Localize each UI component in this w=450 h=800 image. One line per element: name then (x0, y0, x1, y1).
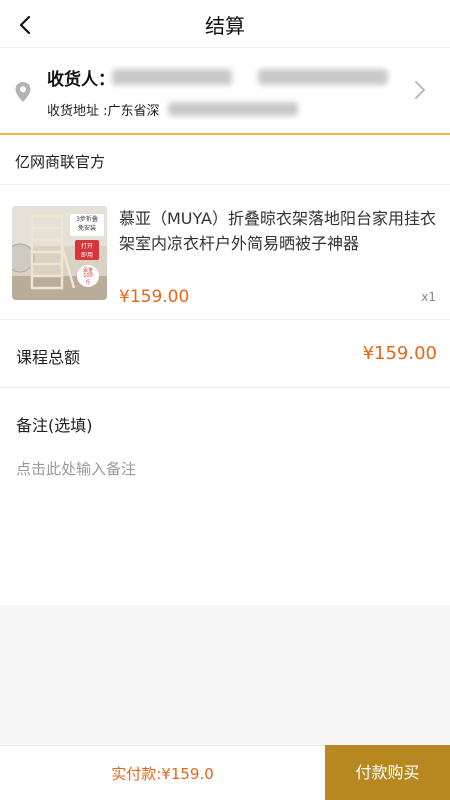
location-pin-icon (15, 82, 31, 102)
total-label: 课程总额 (16, 348, 81, 367)
thumb-badge-line-7: 斤 (85, 280, 91, 286)
receiver-label: 收货人： (47, 70, 115, 90)
address-label: 收货地址 :广东省深 (47, 104, 160, 119)
thumb-badge-line-1: 3步折叠 (76, 216, 98, 223)
address-divider-line (0, 133, 450, 135)
total-row: 课程总额 ¥159.00 (0, 319, 450, 388)
product-title: 慕亚（MUYA）折叠晾衣架落地阳台家用挂衣架室内凉衣杆户外简易晒被子神器 (119, 209, 436, 253)
product-price: ¥159.00 (119, 287, 190, 307)
product-item[interactable]: 3步折叠 免安装 打开 即用 承重 100 斤 慕亚（MUYA）折叠晾衣架落地阳… (0, 186, 450, 319)
thumb-badge-line-4: 即用 (80, 252, 93, 259)
thumb-badge-line-2: 免安装 (77, 225, 96, 232)
receiver-phone-redacted (258, 69, 388, 85)
receiver-name-redacted (112, 69, 232, 85)
address-card[interactable]: 收货人： 收货地址 :广东省深 (0, 48, 450, 135)
product-thumbnail: 3步折叠 免安装 打开 即用 承重 100 斤 (12, 206, 107, 300)
total-value: ¥159.00 (362, 343, 437, 364)
remark-input[interactable] (16, 455, 436, 483)
chevron-right-icon (415, 81, 425, 99)
remark-title: 备注(选填) (16, 416, 93, 435)
shop-name: 亿网商联官方 (15, 153, 106, 171)
pay-button[interactable]: 付款购买 (325, 745, 450, 800)
pay-amount: 实付款:¥159.0 (111, 765, 214, 783)
product-quantity: x1 (421, 290, 436, 304)
footer-bar: 实付款:¥159.0 付款购买 (0, 745, 450, 800)
shop-row: 亿网商联官方 (0, 137, 450, 185)
checkout-page: 结算 收货人： 收货地址 :广东省深 亿网商联官方 3步折叠 免安装 打开 即用… (0, 0, 450, 800)
page-title: 结算 (205, 14, 245, 38)
address-detail-redacted (168, 102, 298, 116)
header-bar: 结算 (0, 0, 450, 48)
thumb-badge-line-3: 打开 (80, 243, 93, 250)
blank-area (0, 605, 450, 745)
